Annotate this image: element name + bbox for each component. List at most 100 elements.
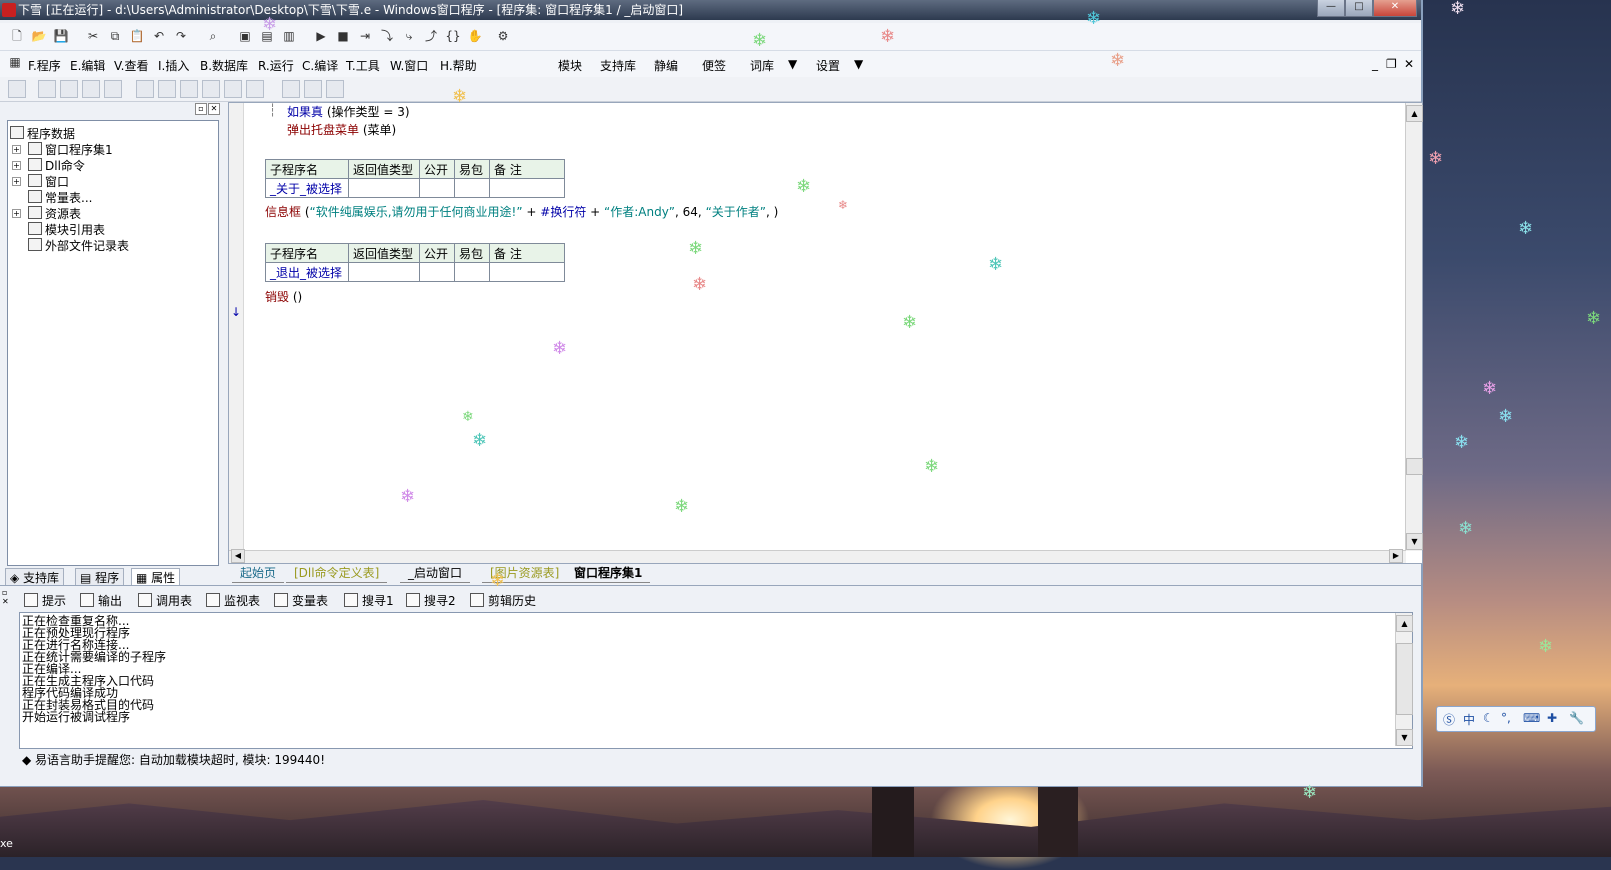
tab-window-assembly[interactable]: 窗口程序集1 [566,565,651,583]
scroll-down-icon[interactable]: ▼ [1406,533,1423,550]
menu-program[interactable]: F.程序 [28,57,61,74]
mdi-restore-icon[interactable]: ❐ [1386,57,1397,71]
scroll-right-icon[interactable]: ▶ [1389,549,1403,563]
menu-compile[interactable]: C.编译 [302,57,338,74]
scroll-thumb[interactable] [1396,643,1413,715]
run-icon[interactable]: ▶ [312,27,330,45]
tab-call-stack[interactable]: 调用表 [138,592,192,610]
same-width-icon[interactable] [180,80,198,98]
align-center-icon[interactable] [60,80,78,98]
breakpoint-icon[interactable]: {} [444,27,462,45]
tab-variables[interactable]: 变量表 [274,592,328,610]
tab-watch[interactable]: 监视表 [206,592,260,610]
step-icon[interactable]: ⇥ [356,27,374,45]
editor-vertical-scrollbar[interactable]: ▲ ▼ [1405,103,1423,551]
save-icon[interactable]: 💾 [52,27,70,45]
hand-icon[interactable]: ✋ [466,27,484,45]
new-file-icon[interactable]: 🗋 [8,27,26,45]
menu-notes[interactable]: 便签 [702,57,726,74]
copy-icon[interactable]: ⧉ [106,27,124,45]
code-line-popup[interactable]: 弹出托盘菜单 (菜单) [287,121,396,138]
mdi-minimize-icon[interactable]: _ [1372,57,1378,71]
center-v-icon[interactable] [304,80,322,98]
redo-icon[interactable]: ↷ [172,27,190,45]
align-top-icon[interactable] [104,80,122,98]
same-height-icon[interactable] [202,80,220,98]
ime-tools-icon[interactable]: ✚ [1547,711,1557,725]
tab-startup-window[interactable]: _启动窗口 [400,565,471,583]
sub2-name[interactable]: _退出_被选择 [265,262,349,282]
tab-search1[interactable]: 搜寻1 [344,592,394,610]
panel-close-icon[interactable]: ✕ [2,597,10,606]
step-into-icon[interactable]: ⤵ [378,27,396,45]
menu-settings[interactable]: 设置 [816,57,840,74]
menu-edit[interactable]: E.编辑 [70,57,105,74]
tree-item-window[interactable]: 窗口 [28,173,69,190]
settings-dropdown-icon[interactable]: ▼ [854,57,863,71]
menu-app-icon[interactable]: ▦ [6,53,24,71]
tree-item-resources[interactable]: 资源表 [28,205,81,222]
menu-tools[interactable]: T.工具 [346,57,380,74]
expand-icon[interactable]: + [12,177,21,186]
v-space-icon[interactable] [246,80,264,98]
undo-icon[interactable]: ↶ [150,27,168,45]
scroll-down-icon[interactable]: ▼ [1396,729,1413,746]
output-scrollbar[interactable]: ▲ ▼ [1395,613,1413,746]
ime-punctuation-icon[interactable]: °, [1501,711,1511,725]
menu-view[interactable]: V.查看 [114,57,148,74]
editor-horizontal-scrollbar[interactable]: ◀ ▶ [229,549,1406,563]
taskbar-fragment[interactable]: xe [0,837,13,850]
tab-clip-history[interactable]: 剪辑历史 [470,592,536,610]
panel-icon[interactable]: ▥ [280,27,298,45]
menu-support-lib[interactable]: 支持库 [600,57,636,74]
ime-toolbar[interactable]: Ⓢ 中 ☾ °, ⌨ ✚ 🔧 [1436,706,1596,732]
menu-window[interactable]: W.窗口 [390,57,428,74]
stop-icon[interactable]: ■ [334,27,352,45]
menu-thesaurus[interactable]: 词库 [750,57,774,74]
title-bar[interactable]: 下雪 [正在运行] - d:\Users\Administrator\Deskt… [0,0,1421,20]
ime-moon-icon[interactable]: ☾ [1483,711,1494,725]
align-middle-icon[interactable] [136,80,154,98]
code-line-if[interactable]: 如果真 (操作类型 = 3) [287,103,410,120]
align-grid-icon[interactable] [8,80,26,98]
panel-pin-icon[interactable]: ▫ [2,588,10,597]
menu-database[interactable]: B.数据库 [200,57,248,74]
center-both-icon[interactable] [326,80,344,98]
tab-start-page[interactable]: 起始页 [232,565,285,583]
app-icon[interactable] [2,3,16,17]
debug-icon[interactable]: ⚙ [494,27,512,45]
tab-dll-defs[interactable]: [Dll命令定义表] [286,565,388,583]
maximize-button[interactable]: □ [1345,0,1373,17]
tree-item-dll-commands[interactable]: Dll命令 [28,157,85,174]
menu-static-compile[interactable]: 静编 [654,57,678,74]
layout-icon[interactable]: ▣ [236,27,254,45]
sub2-table[interactable]: 子程序名 返回值类型 公开 易包 备 注 _退出_被选择 [265,243,565,282]
paste-icon[interactable]: 📋 [128,27,146,45]
expand-icon[interactable]: + [12,209,21,218]
tab-hint[interactable]: 提示 [24,592,66,610]
tree-item-external-files[interactable]: 外部文件记录表 [28,237,129,254]
panel-close-icon[interactable]: ✕ [208,103,220,115]
close-button[interactable]: ✕ [1373,0,1417,17]
ime-mode[interactable]: 中 [1463,711,1475,728]
scroll-left-icon[interactable]: ◀ [231,549,245,563]
step-out-icon[interactable]: ⤴ [422,27,440,45]
ime-logo-icon[interactable]: Ⓢ [1443,711,1455,728]
align-bottom-icon[interactable] [158,80,176,98]
tree-item-program-data[interactable]: 程序数据 [10,125,75,142]
code-line-destroy[interactable]: 销毁 () [265,288,302,305]
center-h-icon[interactable] [282,80,300,98]
tree-item-window-assembly[interactable]: 窗口程序集1 [28,141,113,158]
thesaurus-dropdown-icon[interactable]: ▼ [788,57,797,71]
output-text-area[interactable]: 正在检查重复名称... 正在预处理现行程序 正在进行名称连接... 正在统计需要… [19,612,1413,749]
tree-item-constants[interactable]: 常量表... [28,189,92,206]
minimize-button[interactable]: — [1317,0,1345,17]
mdi-close-icon[interactable]: ✕ [1404,57,1414,71]
scroll-thumb[interactable] [1406,458,1423,475]
tab-search2[interactable]: 搜寻2 [406,592,456,610]
align-left-icon[interactable] [38,80,56,98]
tree-item-module-refs[interactable]: 模块引用表 [28,221,105,238]
panel-pin-icon[interactable]: ▫ [195,103,207,115]
open-folder-icon[interactable]: 📂 [30,27,48,45]
menu-run[interactable]: R.运行 [258,57,294,74]
